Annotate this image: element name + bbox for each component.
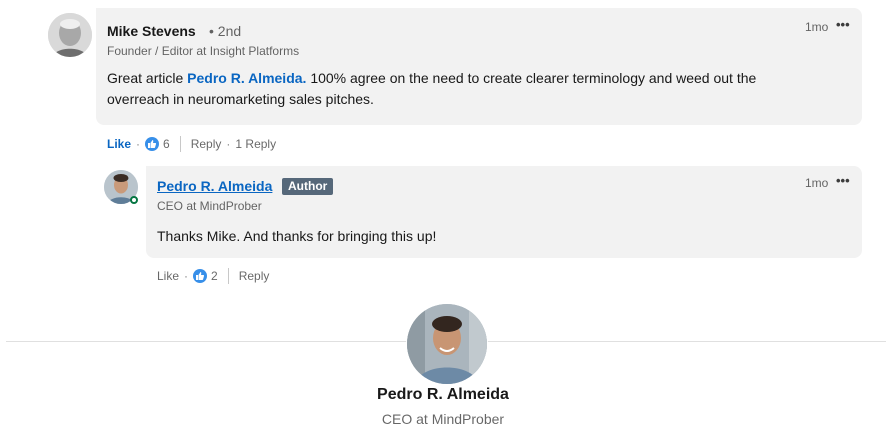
reply-author-headline: CEO at MindProber [157,199,262,213]
reply-button[interactable]: Reply [191,137,222,151]
avatar-mike-stevens[interactable] [48,13,92,57]
like-count[interactable]: 2 [211,269,218,283]
thumbs-up-icon [145,137,160,151]
reply-actions: Like · 2 Reply [157,268,269,284]
like-button[interactable]: Like [157,269,179,283]
author-badge: Author [282,178,334,195]
commenter-headline: Founder / Editor at Insight Platforms [107,44,300,58]
reply-button[interactable]: Reply [239,269,270,283]
author-name[interactable]: Pedro R. Almeida [0,386,886,404]
divider [227,268,229,284]
comment-actions: Like · 6 Reply · 1 Reply [107,136,276,152]
author-profile-photo[interactable] [406,303,488,385]
like-count[interactable]: 6 [163,137,170,151]
online-status-icon [130,196,138,204]
commenter-name[interactable]: Mike Stevens [107,23,196,39]
mention-link[interactable]: Pedro R. Almeida. [187,70,306,86]
thumbs-up-icon [193,269,208,283]
separator-dot: · [136,137,141,151]
connection-degree: • 2nd [209,23,242,39]
more-options-icon[interactable]: ••• [836,173,850,188]
comment-text: Great article Pedro R. Almeida. 100% agr… [107,70,757,107]
divider [179,136,181,152]
reply-text: Thanks Mike. And thanks for bringing thi… [157,228,437,244]
replies-count[interactable]: 1 Reply [235,137,276,151]
separator-dot: · [226,137,231,151]
like-button[interactable]: Like [107,137,131,151]
reply-author-name[interactable]: Pedro R. Almeida [157,178,272,194]
separator-dot: · [184,269,189,283]
more-options-icon[interactable]: ••• [836,17,850,32]
reply-time: 1mo [805,176,829,190]
comment-time: 1mo [805,20,829,34]
author-headline: CEO at MindProber [381,411,505,427]
